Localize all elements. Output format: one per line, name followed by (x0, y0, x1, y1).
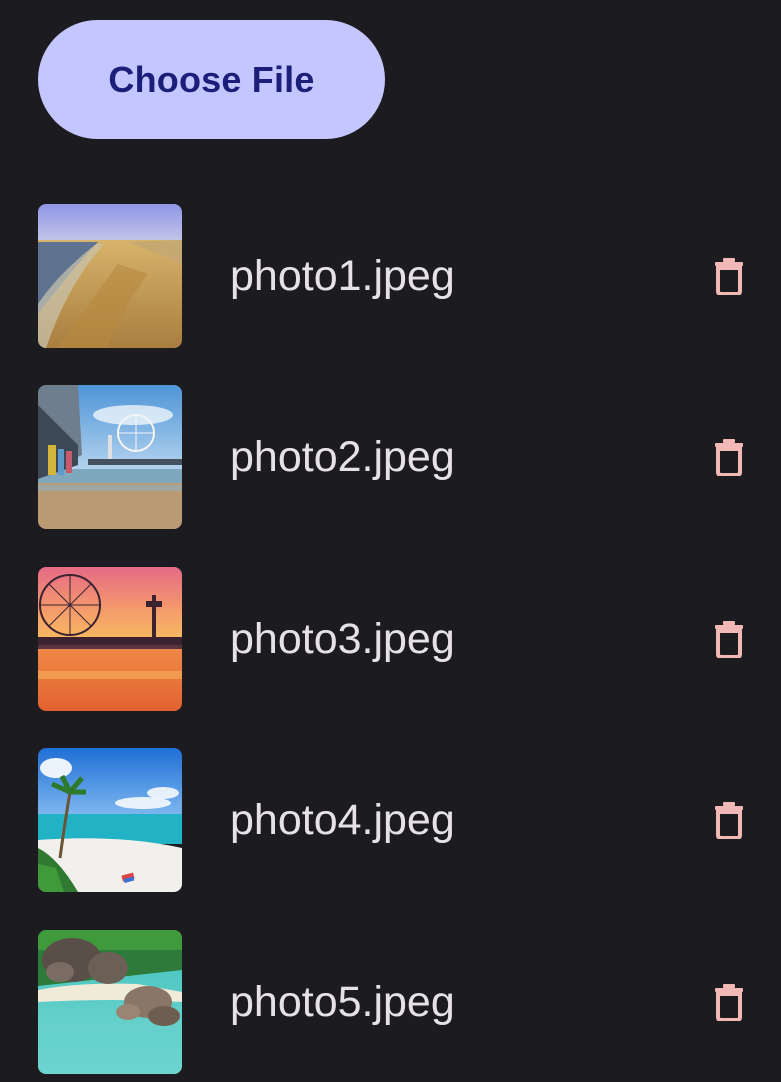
trash-icon (715, 621, 743, 658)
trash-icon (715, 258, 743, 295)
file-name: photo1.jpeg (230, 252, 455, 300)
file-row: photo1.jpeg (0, 204, 781, 348)
sunset-pier-ferris-wheel-thumbnail (38, 567, 182, 711)
delete-file-button[interactable] (700, 790, 758, 850)
file-name: photo3.jpeg (230, 615, 455, 663)
trash-icon (715, 439, 743, 476)
rocky-lagoon-thumbnail (38, 930, 182, 1074)
file-list: photo1.jpeg photo2.jpeg photo3.jpeg phot… (0, 0, 781, 1082)
pier-ferris-wheel-image (38, 385, 182, 529)
file-row: photo2.jpeg (0, 385, 781, 529)
trash-icon (715, 802, 743, 839)
file-name: photo5.jpeg (230, 978, 455, 1026)
beach-shoreline-thumbnail (38, 204, 182, 348)
rocky-lagoon-image (38, 930, 182, 1074)
tropical-beach-palm-thumbnail (38, 748, 182, 892)
sunset-pier-ferris-wheel-image (38, 567, 182, 711)
file-name: photo2.jpeg (230, 433, 455, 481)
tropical-beach-palm-image (38, 748, 182, 892)
file-name: photo4.jpeg (230, 796, 455, 844)
file-row: photo5.jpeg (0, 930, 781, 1074)
file-row: photo3.jpeg (0, 567, 781, 711)
delete-file-button[interactable] (700, 427, 758, 487)
beach-shoreline-image (38, 204, 182, 348)
pier-ferris-wheel-thumbnail (38, 385, 182, 529)
file-picker-screen: Choose File photo1.jpeg photo2.jpeg phot… (0, 0, 781, 1082)
delete-file-button[interactable] (700, 246, 758, 306)
trash-icon (715, 984, 743, 1021)
delete-file-button[interactable] (700, 609, 758, 669)
delete-file-button[interactable] (700, 972, 758, 1032)
file-row: photo4.jpeg (0, 748, 781, 892)
